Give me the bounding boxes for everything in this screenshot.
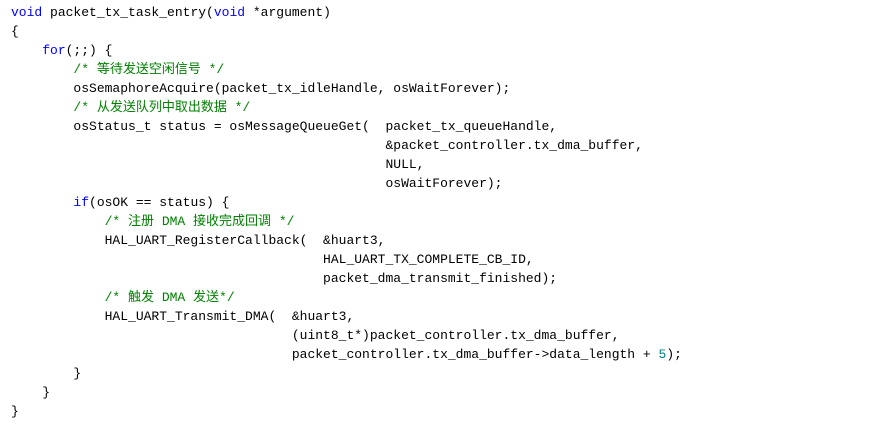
code-text: *argument) xyxy=(245,5,331,20)
keyword-token: if xyxy=(73,195,90,210)
code-text: NULL, xyxy=(11,157,425,172)
code-line: osSemaphoreAcquire(packet_tx_idleHandle,… xyxy=(11,79,510,98)
code-line: /* 等待发送空闲信号 */ xyxy=(11,60,224,79)
code-line: } xyxy=(11,364,81,383)
code-text: } xyxy=(11,385,51,400)
code-text: } xyxy=(11,404,19,419)
code-text: (;;) { xyxy=(65,43,113,58)
comment-token: /* 注册 DMA 接收完成回调 */ xyxy=(104,214,295,229)
code-editor[interactable]: void packet_tx_task_entry(void *argument… xyxy=(0,0,880,427)
code-line: } xyxy=(11,402,19,421)
code-line: for(;;) { xyxy=(11,41,112,60)
code-text: &packet_controller.tx_dma_buffer, xyxy=(11,138,643,153)
code-line: /* 注册 DMA 接收完成回调 */ xyxy=(11,212,295,231)
code-line: /* 从发送队列中取出数据 */ xyxy=(11,98,250,117)
code-line: packet_controller.tx_dma_buffer->data_le… xyxy=(11,345,682,364)
code-text: packet_controller.tx_dma_buffer->data_le… xyxy=(11,347,659,362)
code-text: } xyxy=(11,366,82,381)
keyword-token: for xyxy=(42,43,66,58)
code-text: osSemaphoreAcquire(packet_tx_idleHandle,… xyxy=(11,81,511,96)
code-line: HAL_UART_Transmit_DMA( &huart3, xyxy=(11,307,355,326)
comment-token: /* 从发送队列中取出数据 */ xyxy=(73,100,251,115)
code-text: packet_dma_transmit_finished); xyxy=(11,271,558,286)
code-line: HAL_UART_RegisterCallback( &huart3, xyxy=(11,231,386,250)
keyword-token: void xyxy=(11,5,43,20)
code-line: } xyxy=(11,383,50,402)
code-text: { xyxy=(11,24,19,39)
code-text: osStatus_t status = osMessageQueueGet( p… xyxy=(11,119,558,134)
code-text: (osOK == status) { xyxy=(89,195,230,210)
comment-token: /* 等待发送空闲信号 */ xyxy=(73,62,225,77)
code-text: ); xyxy=(666,347,682,362)
code-line: osWaitForever); xyxy=(11,174,502,193)
code-line: /* 触发 DMA 发送*/ xyxy=(11,288,235,307)
code-line: void packet_tx_task_entry(void *argument… xyxy=(11,3,331,22)
code-line: if(osOK == status) { xyxy=(11,193,229,212)
comment-token: /* 触发 DMA 发送*/ xyxy=(104,290,235,305)
code-text: HAL_UART_Transmit_DMA( &huart3, xyxy=(11,309,355,324)
code-line: &packet_controller.tx_dma_buffer, xyxy=(11,136,643,155)
code-line: osStatus_t status = osMessageQueueGet( p… xyxy=(11,117,557,136)
code-line: { xyxy=(11,22,19,41)
code-line: HAL_UART_TX_COMPLETE_CB_ID, xyxy=(11,250,534,269)
code-text: HAL_UART_RegisterCallback( &huart3, xyxy=(11,233,386,248)
code-text: packet_tx_task_entry( xyxy=(42,5,214,20)
code-line: NULL, xyxy=(11,155,424,174)
keyword-token: void xyxy=(213,5,246,20)
code-text: (uint8_t*)packet_controller.tx_dma_buffe… xyxy=(11,328,620,343)
code-text: osWaitForever); xyxy=(11,176,503,191)
code-line: packet_dma_transmit_finished); xyxy=(11,269,557,288)
code-line: (uint8_t*)packet_controller.tx_dma_buffe… xyxy=(11,326,620,345)
code-text: HAL_UART_TX_COMPLETE_CB_ID, xyxy=(11,252,534,267)
